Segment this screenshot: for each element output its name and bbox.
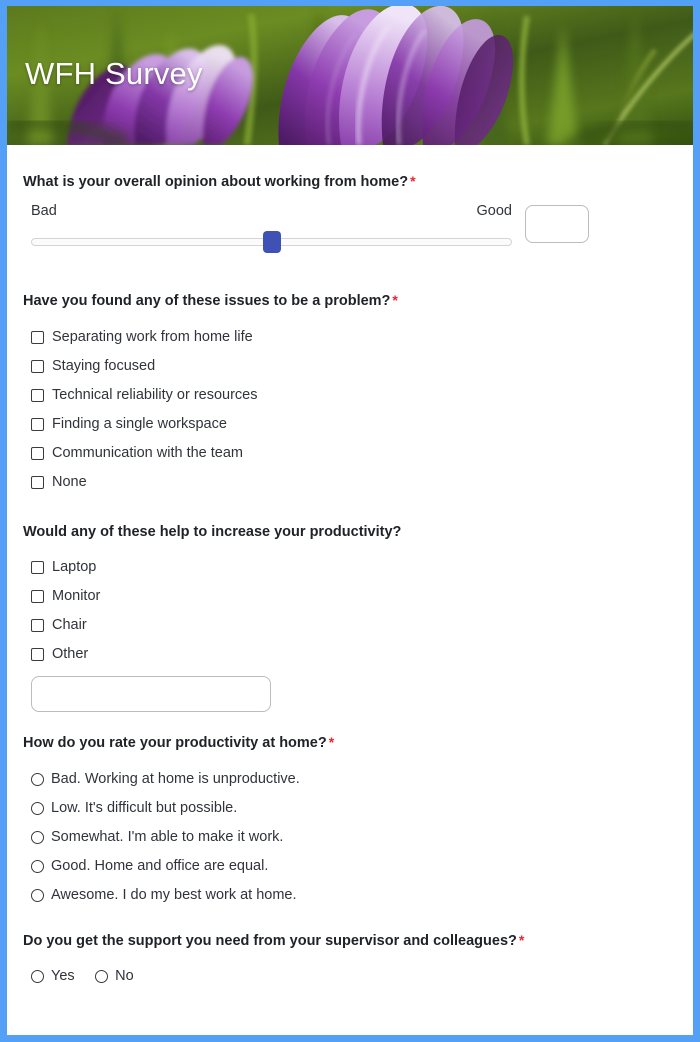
option-row[interactable]: None [23,468,677,497]
option-row[interactable]: No [79,962,134,991]
checkbox-icon[interactable] [31,561,44,575]
option-row[interactable]: Bad. Working at home is unproductive. [23,765,677,794]
page-title: WFH Survey [25,56,203,91]
option-row[interactable]: Somewhat. I'm able to make it work. [23,823,677,852]
radio-icon[interactable] [31,859,44,873]
question-issues-problem: Have you found any of these issues to be… [7,292,693,496]
question-text: What is your overall opinion about worki… [23,174,409,190]
required-asterisk: * [392,292,398,309]
checkbox-icon[interactable] [31,359,44,373]
option-row[interactable]: Good. Home and office are equal. [23,852,677,881]
other-text-input[interactable] [31,676,271,713]
radio-icon[interactable] [31,801,44,815]
option-label: Finding a single workspace [52,416,227,433]
option-label: Bad. Working at home is unproductive. [51,770,300,787]
radio-icon[interactable] [31,969,44,983]
option-row[interactable]: Other [23,640,677,669]
option-label: Yes [51,968,75,985]
option-label: Good. Home and office are equal. [51,857,269,874]
option-label: Chair [52,617,87,634]
checkbox-icon[interactable] [31,590,44,604]
radio-icon[interactable] [95,969,109,983]
slider-thumb[interactable] [262,231,281,254]
option-label: None [52,474,87,491]
required-asterisk: * [410,173,416,189]
slider-end-labels: Bad Good [31,203,512,223]
option-row[interactable]: Laptop [23,553,677,582]
question-overall-opinion: What is your overall opinion about worki… [7,173,693,265]
option-label: Communication with the team [52,445,243,462]
checkbox-icon[interactable] [31,648,44,662]
option-label: Awesome. I do my best work at home. [51,886,297,903]
option-label: Staying focused [52,358,156,375]
question-support-needed: Do you get the support you need from you… [7,932,693,991]
radio-icon[interactable] [31,830,44,844]
radio-group: Bad. Working at home is unproductive. Lo… [23,765,677,910]
radio-icon[interactable] [31,888,44,902]
survey-form: What is your overall opinion about worki… [7,145,693,991]
question-increase-productivity: Would any of these help to increase your… [7,523,693,713]
question-text: How do you rate your productivity at hom… [23,735,327,752]
option-label: Somewhat. I'm able to make it work. [51,828,284,845]
slider-control[interactable] [31,231,512,254]
option-row[interactable]: Awesome. I do my best work at home. [23,881,677,910]
question-title: Have you found any of these issues to be… [23,292,677,310]
checkbox-icon[interactable] [31,417,44,431]
option-row[interactable]: Separating work from home life [23,323,677,352]
slider-row: Bad Good [23,203,677,265]
checkbox-icon[interactable] [31,475,44,489]
slider-label-high: Good [476,203,512,220]
option-label: Monitor [52,588,101,605]
required-asterisk: * [518,931,525,948]
option-row[interactable]: Monitor [23,582,677,611]
option-label: Other [52,646,89,663]
option-row[interactable]: Low. It's difficult but possible. [23,794,677,823]
option-row[interactable]: Technical reliability or resources [23,381,677,410]
checkbox-icon[interactable] [31,619,44,633]
question-title: What is your overall opinion about worki… [23,173,677,191]
option-row[interactable]: Chair [23,611,677,640]
radio-group-inline: Yes No [23,962,677,991]
option-label: Separating work from home life [52,329,253,346]
question-title: Would any of these help to increase your… [23,523,677,541]
question-text: Have you found any of these issues to be… [23,293,391,310]
required-asterisk: * [328,734,335,751]
checkbox-icon[interactable] [31,446,44,460]
option-label: Low. It's difficult but possible. [51,799,238,816]
option-row[interactable]: Finding a single workspace [23,410,677,439]
option-label: No [115,968,134,985]
checkbox-icon[interactable] [31,388,44,402]
question-text: Would any of these help to increase your… [23,523,402,540]
slider-label-low: Bad [31,203,57,220]
question-rate-productivity: How do you rate your productivity at hom… [7,734,693,909]
option-label: Technical reliability or resources [52,387,258,404]
question-title: How do you rate your productivity at hom… [23,734,677,752]
header-banner: WFH Survey [7,6,693,145]
question-text: Do you get the support you need from you… [23,932,517,949]
option-row[interactable]: Staying focused [23,352,677,381]
option-row[interactable]: Communication with the team [23,439,677,468]
option-label: Laptop [52,559,97,576]
checkbox-icon[interactable] [31,330,44,344]
question-title: Do you get the support you need from you… [23,932,677,950]
survey-page: WFH Survey What is your overall opinion … [0,0,700,1042]
checkbox-group: Separating work from home life Staying f… [23,323,677,497]
slider-value-input[interactable] [525,205,589,244]
checkbox-group: Laptop Monitor Chair Other [23,553,677,669]
radio-icon[interactable] [31,772,44,786]
option-row[interactable]: Yes [23,962,75,991]
